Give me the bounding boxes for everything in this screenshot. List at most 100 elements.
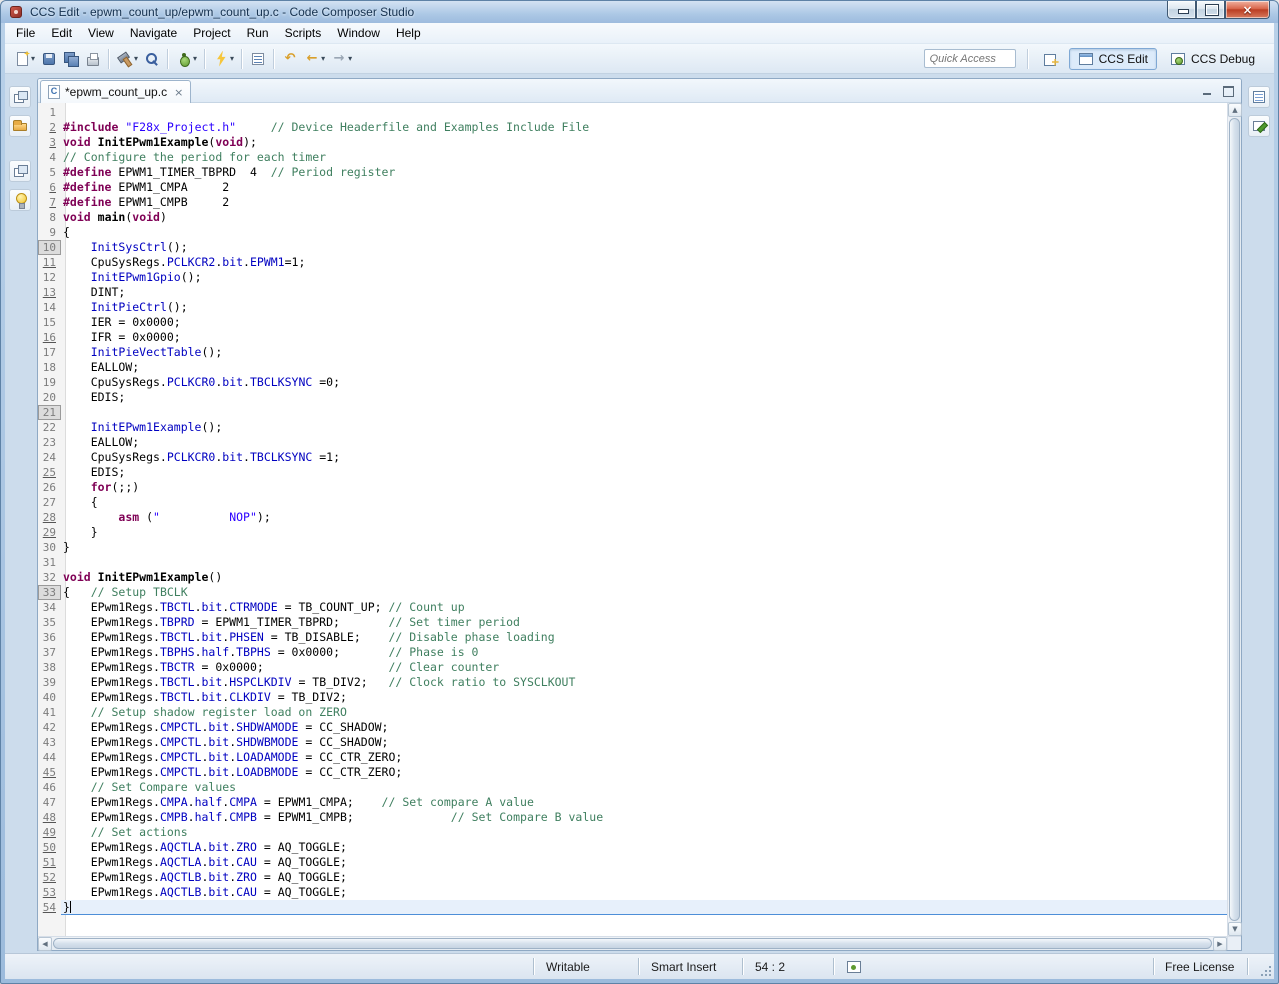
vertical-scrollbar-thumb[interactable] bbox=[1229, 118, 1240, 921]
menu-view[interactable]: View bbox=[80, 23, 122, 43]
scroll-up-button[interactable]: ▲ bbox=[1228, 103, 1242, 117]
code-line[interactable]: 7 #define EPWM1_CMPB 2 bbox=[38, 195, 1227, 210]
build-button[interactable]: ▾ bbox=[114, 47, 141, 71]
scroll-left-button[interactable]: ◀ bbox=[38, 937, 52, 951]
menu-help[interactable]: Help bbox=[388, 23, 429, 43]
menu-edit[interactable]: Edit bbox=[43, 23, 80, 43]
quick-access-input[interactable] bbox=[923, 49, 1016, 68]
code-line[interactable]: 52 EPwm1Regs.AQCTLB.bit.ZRO = AQ_TOGGLE; bbox=[38, 870, 1227, 885]
getting-started-button[interactable] bbox=[9, 189, 31, 211]
status-window-button[interactable] bbox=[846, 954, 862, 979]
dropdown-caret-icon[interactable]: ▾ bbox=[321, 54, 325, 63]
code-line[interactable]: 38 EPwm1Regs.TBCTR = 0x0000; // Clear co… bbox=[38, 660, 1227, 675]
code-line[interactable]: 39 EPwm1Regs.TBCTL.bit.HSPCLKDIV = TB_DI… bbox=[38, 675, 1227, 690]
menu-project[interactable]: Project bbox=[185, 23, 238, 43]
code-line[interactable]: 2 #include "F28x_Project.h" // Device Hea… bbox=[38, 120, 1227, 135]
code-line[interactable]: 3 void InitEPwm1Example(void); bbox=[38, 135, 1227, 150]
maximize-button[interactable] bbox=[1196, 1, 1225, 19]
code-line[interactable]: 26 for(;;) bbox=[38, 480, 1227, 495]
minimize-button[interactable] bbox=[1167, 1, 1196, 19]
code-line[interactable]: 54} bbox=[38, 900, 1227, 915]
resize-grip[interactable] bbox=[1260, 965, 1272, 977]
search-button[interactable] bbox=[141, 47, 163, 71]
back-button[interactable]: ← ▾ bbox=[301, 47, 328, 71]
code-line[interactable]: 49 // Set actions bbox=[38, 825, 1227, 840]
code-line[interactable]: 29 } bbox=[38, 525, 1227, 540]
forward-button[interactable]: → ▾ bbox=[328, 47, 355, 71]
horizontal-scrollbar[interactable]: ◀ ▶ bbox=[38, 936, 1227, 951]
scroll-right-button[interactable]: ▶ bbox=[1213, 937, 1227, 951]
code-line[interactable]: 47 EPwm1Regs.CMPA.half.CMPA = EPWM1_CMPA… bbox=[38, 795, 1227, 810]
dropdown-caret-icon[interactable]: ▾ bbox=[31, 54, 35, 63]
code-line[interactable]: 18 EALLOW; bbox=[38, 360, 1227, 375]
flash-button[interactable]: ▾ bbox=[210, 47, 237, 71]
dropdown-caret-icon[interactable]: ▾ bbox=[193, 54, 197, 63]
code-line[interactable]: 20 EDIS; bbox=[38, 390, 1227, 405]
save-button[interactable] bbox=[38, 47, 60, 71]
horizontal-scrollbar-thumb[interactable] bbox=[53, 938, 1212, 949]
title-bar[interactable]: CCS Edit - epwm_count_up/epwm_count_up.c… bbox=[1, 1, 1278, 23]
dropdown-caret-icon[interactable]: ▾ bbox=[348, 54, 352, 63]
minimize-editor-icon[interactable] bbox=[1199, 83, 1215, 98]
code-line[interactable]: 16 IFR = 0x0000; bbox=[38, 330, 1227, 345]
menu-run[interactable]: Run bbox=[239, 23, 277, 43]
code-line[interactable]: 46 // Set Compare values bbox=[38, 780, 1227, 795]
code-line[interactable]: 13 DINT; bbox=[38, 285, 1227, 300]
code-line[interactable]: 53 EPwm1Regs.AQCTLB.bit.CAU = AQ_TOGGLE; bbox=[38, 885, 1227, 900]
code-line[interactable]: 15 IER = 0x0000; bbox=[38, 315, 1227, 330]
code-line[interactable]: 23 EALLOW; bbox=[38, 435, 1227, 450]
maximize-editor-icon[interactable] bbox=[1220, 83, 1236, 98]
code-line[interactable]: 31 bbox=[38, 555, 1227, 570]
open-perspective-button[interactable] bbox=[1040, 47, 1062, 71]
code-line[interactable]: 21 bbox=[38, 405, 1227, 420]
code-line[interactable]: 4 // Configure the period for each timer bbox=[38, 150, 1227, 165]
editor-tab[interactable]: *epwm_count_up.c × bbox=[40, 80, 192, 103]
code-line[interactable]: 17 InitPieVectTable(); bbox=[38, 345, 1227, 360]
code-line[interactable]: 51 EPwm1Regs.AQCTLA.bit.CAU = AQ_TOGGLE; bbox=[38, 855, 1227, 870]
tab-close-icon[interactable]: × bbox=[174, 86, 183, 99]
debug-button[interactable]: ▾ bbox=[173, 47, 200, 71]
code-line[interactable]: 50 EPwm1Regs.AQCTLA.bit.ZRO = AQ_TOGGLE; bbox=[38, 840, 1227, 855]
code-line[interactable]: 33{ // Setup TBCLK bbox=[38, 585, 1227, 600]
code-line[interactable]: 6 #define EPWM1_CMPA 2 bbox=[38, 180, 1227, 195]
code-line[interactable]: 40 EPwm1Regs.TBCTL.bit.CLKDIV = TB_DIV2; bbox=[38, 690, 1227, 705]
code-area[interactable]: 1 2 #include "F28x_Project.h" // Device He… bbox=[38, 103, 1227, 936]
code-line[interactable]: 35 EPwm1Regs.TBPRD = EPWM1_TIMER_TBPRD; … bbox=[38, 615, 1227, 630]
outline-button[interactable] bbox=[1248, 86, 1270, 108]
code-line[interactable]: 34 EPwm1Regs.TBCTL.bit.CTRMODE = TB_COUN… bbox=[38, 600, 1227, 615]
restore-view-2-button[interactable] bbox=[9, 160, 31, 182]
code-line[interactable]: 37 EPwm1Regs.TBPHS.half.TBPHS = 0x0000; … bbox=[38, 645, 1227, 660]
menu-navigate[interactable]: Navigate bbox=[122, 23, 185, 43]
code-line[interactable]: 45 EPwm1Regs.CMPCTL.bit.LOADBMODE = CC_C… bbox=[38, 765, 1227, 780]
code-line[interactable]: 25 EDIS; bbox=[38, 465, 1227, 480]
code-line[interactable]: 30} bbox=[38, 540, 1227, 555]
menu-scripts[interactable]: Scripts bbox=[277, 23, 330, 43]
new-button[interactable]: ▾ bbox=[11, 47, 38, 71]
save-all-button[interactable] bbox=[60, 47, 82, 71]
code-line[interactable]: 12 InitEPwm1Gpio(); bbox=[38, 270, 1227, 285]
code-line[interactable]: 41 // Setup shadow register load on ZERO bbox=[38, 705, 1227, 720]
code-line[interactable]: 44 EPwm1Regs.CMPCTL.bit.LOADAMODE = CC_C… bbox=[38, 750, 1227, 765]
vertical-scrollbar[interactable]: ▲ ▼ bbox=[1227, 103, 1242, 936]
last-edit-location-button[interactable]: ↶ bbox=[279, 47, 301, 71]
perspective-ccs-debug[interactable]: CCS Debug bbox=[1161, 48, 1264, 70]
close-button[interactable]: × bbox=[1225, 1, 1270, 19]
print-button[interactable] bbox=[82, 47, 104, 71]
scroll-down-button[interactable]: ▼ bbox=[1228, 922, 1242, 936]
code-line[interactable]: 8 void main(void) bbox=[38, 210, 1227, 225]
perspective-ccs-edit[interactable]: CCS Edit bbox=[1068, 47, 1157, 70]
views-button[interactable] bbox=[1248, 115, 1270, 137]
dropdown-caret-icon[interactable]: ▾ bbox=[230, 54, 234, 63]
code-line[interactable]: 22 InitEPwm1Example(); bbox=[38, 420, 1227, 435]
code-line[interactable]: 19 CpuSysRegs.PCLKCR0.bit.TBCLKSYNC =0; bbox=[38, 375, 1227, 390]
code-line[interactable]: 14 InitPieCtrl(); bbox=[38, 300, 1227, 315]
dropdown-caret-icon[interactable]: ▾ bbox=[134, 54, 138, 63]
code-line[interactable]: 32 void InitEPwm1Example() bbox=[38, 570, 1227, 585]
code-line[interactable]: 10 InitSysCtrl(); bbox=[38, 240, 1227, 255]
menu-window[interactable]: Window bbox=[329, 23, 388, 43]
code-line[interactable]: 9{ bbox=[38, 225, 1227, 240]
code-line[interactable]: 11 CpuSysRegs.PCLKCR2.bit.EPWM1=1; bbox=[38, 255, 1227, 270]
project-explorer-button[interactable] bbox=[9, 115, 31, 137]
code-line[interactable]: 36 EPwm1Regs.TBCTL.bit.PHSEN = TB_DISABL… bbox=[38, 630, 1227, 645]
code-line[interactable]: 27 { bbox=[38, 495, 1227, 510]
